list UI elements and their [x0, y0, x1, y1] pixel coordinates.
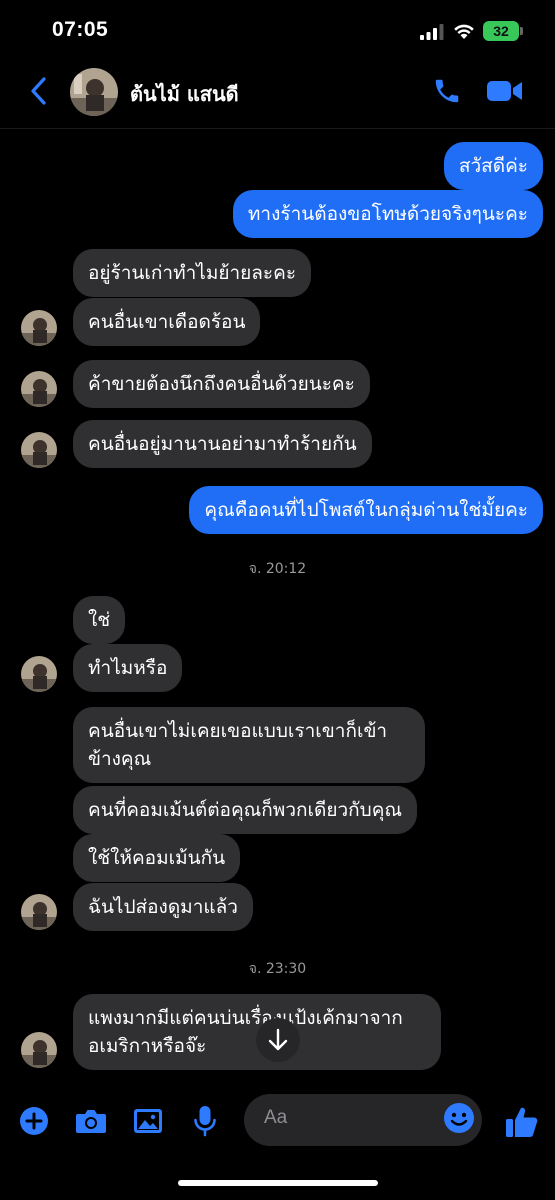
outgoing-message[interactable]: ทางร้านต้องขอโทษด้วยจริงๆนะคะ: [232, 190, 543, 238]
incoming-message[interactable]: ฉันไปส่องดูมาแล้ว: [73, 883, 253, 931]
avatar-photo: [21, 894, 57, 930]
incoming-message[interactable]: คนอื่นเขาเดือดร้อน: [73, 298, 261, 346]
thumbs-up-icon[interactable]: [504, 1104, 540, 1140]
plus-circle-icon: [20, 1107, 48, 1135]
status-bar: 07:05 32: [0, 0, 555, 60]
outgoing-message[interactable]: สวัสดีค่ะ: [443, 142, 543, 190]
camera-button[interactable]: [74, 1104, 108, 1138]
message-composer: Aa: [0, 1086, 555, 1156]
back-button[interactable]: [22, 74, 54, 108]
battery-level: 32: [493, 23, 509, 39]
battery-tip: [520, 27, 523, 35]
sender-avatar[interactable]: [21, 432, 57, 468]
voice-message-button[interactable]: [188, 1104, 222, 1138]
gallery-button[interactable]: [131, 1104, 165, 1138]
chevron-left-icon: [31, 77, 46, 105]
battery-indicator: 32: [483, 21, 519, 41]
avatar-photo: [21, 310, 57, 346]
incoming-message[interactable]: ใช้ให้คอมเม้นกัน: [73, 834, 241, 882]
sender-avatar[interactable]: [21, 656, 57, 692]
phone-icon: [435, 79, 459, 103]
timestamp-separator: จ. 23:30: [248, 961, 307, 977]
incoming-message[interactable]: คนอื่นอยู่มานานอย่ามาทำร้ายกัน: [73, 420, 372, 468]
scroll-to-bottom-button[interactable]: [256, 1018, 300, 1062]
camera-icon: [76, 1110, 106, 1133]
outgoing-message[interactable]: คุณคือคนที่ไปโพสต์ในกลุ่มด่านใช่มั้ยคะ: [189, 486, 543, 534]
timestamp-separator: จ. 20:12: [248, 561, 307, 577]
avatar-photo: [21, 656, 57, 692]
contact-avatar[interactable]: [70, 68, 118, 116]
microphone-icon: [194, 1106, 216, 1137]
video-camera-icon: [487, 81, 522, 101]
sender-avatar[interactable]: [21, 894, 57, 930]
home-indicator: [178, 1180, 378, 1186]
wifi-icon: [454, 24, 474, 39]
incoming-message[interactable]: ทำไมหรือ: [73, 644, 183, 692]
smiley-icon[interactable]: [443, 1102, 475, 1134]
image-icon: [134, 1109, 162, 1133]
incoming-message[interactable]: ค้าขายต้องนึกถึงคนอื่นด้วยนะคะ: [73, 360, 370, 408]
avatar-photo: [21, 432, 57, 468]
conversation-header: ต้นไม้ แสนดี: [0, 60, 555, 124]
incoming-message[interactable]: ใช่: [73, 596, 126, 644]
sender-avatar[interactable]: [21, 310, 57, 346]
status-time: 07:05: [52, 18, 109, 41]
sender-avatar[interactable]: [21, 371, 57, 407]
incoming-message[interactable]: อยู่ร้านเก่าทำไมย้ายละคะ: [73, 249, 312, 297]
incoming-message[interactable]: คนอื่นเขาไม่เคยเขอแบบเราเขาก็เข้าข้างคุณ: [73, 707, 425, 783]
message-input-placeholder: Aa: [264, 1107, 288, 1128]
video-call-button[interactable]: [485, 76, 525, 106]
header-divider: [0, 128, 555, 129]
arrow-down-icon: [268, 1028, 288, 1051]
avatar-photo: [70, 68, 118, 116]
sender-avatar[interactable]: [21, 1032, 57, 1068]
cellular-signal-icon: [420, 24, 444, 40]
add-button[interactable]: [17, 1104, 51, 1138]
contact-name[interactable]: ต้นไม้ แสนดี: [130, 78, 239, 110]
avatar-photo: [21, 371, 57, 407]
avatar-photo: [21, 1032, 57, 1068]
voice-call-button[interactable]: [430, 74, 464, 108]
incoming-message[interactable]: คนที่คอมเม้นต์ต่อคุณก็พวกเดียวกับคุณ: [73, 786, 418, 834]
